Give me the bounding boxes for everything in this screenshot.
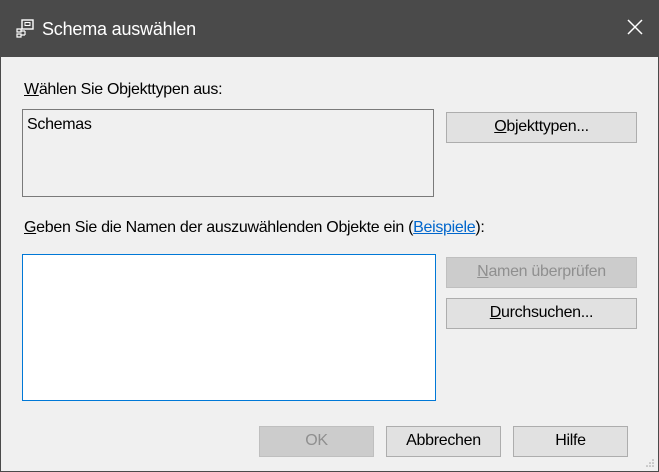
cancel-button[interactable]: Abbrechen bbox=[386, 426, 501, 457]
object-types-display: Schemas bbox=[22, 109, 434, 197]
schema-picker-icon bbox=[16, 19, 34, 38]
object-types-value: Schemas bbox=[27, 116, 92, 133]
examples-link[interactable]: Beispiele bbox=[413, 219, 476, 236]
check-names-button[interactable]: Namen überprüfen bbox=[446, 257, 637, 288]
title-bar: Schema auswählen bbox=[1, 1, 658, 57]
object-names-input[interactable] bbox=[22, 254, 436, 401]
object-types-label: Wählen Sie Objekttypen aus: bbox=[24, 81, 223, 98]
resize-grip-icon[interactable] bbox=[645, 458, 655, 468]
names-label: Geben Sie die Namen der auszuwählenden O… bbox=[24, 219, 485, 236]
help-button[interactable]: Hilfe bbox=[513, 426, 628, 457]
select-schema-dialog: Schema auswählen Wählen Sie Objekttypen … bbox=[0, 0, 659, 472]
ok-button[interactable]: OK bbox=[259, 426, 374, 457]
object-types-button[interactable]: Objekttypen... bbox=[446, 112, 637, 143]
dialog-title: Schema auswählen bbox=[42, 19, 196, 39]
browse-button[interactable]: Durchsuchen... bbox=[446, 298, 637, 329]
close-icon[interactable] bbox=[626, 18, 644, 36]
